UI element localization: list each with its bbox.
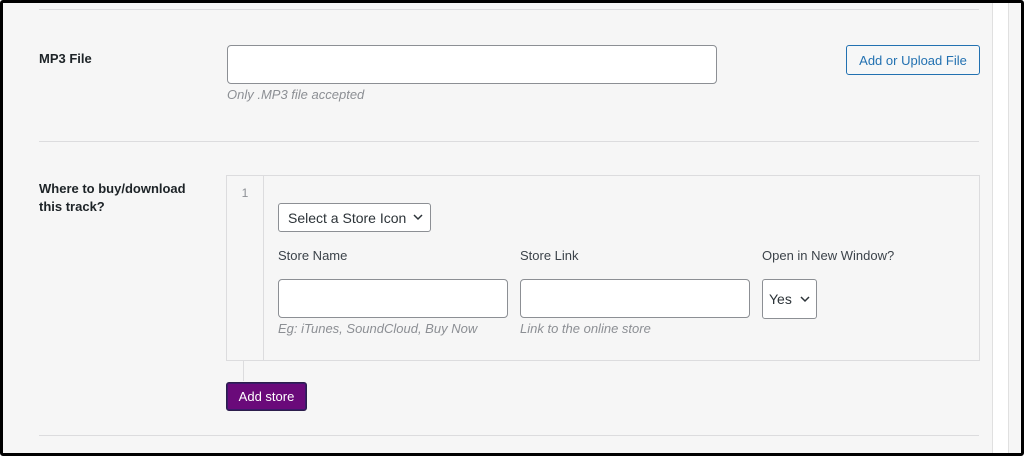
open-new-window-select[interactable]: Yes xyxy=(762,279,817,319)
mp3-file-hint: Only .MP3 file accepted xyxy=(227,87,365,102)
right-margin xyxy=(992,3,1009,453)
row-number: 1 xyxy=(241,186,249,200)
store-name-input[interactable] xyxy=(278,279,508,318)
store-link-input[interactable] xyxy=(520,279,750,318)
top-divider xyxy=(39,9,979,10)
form-panel: MP3 File Only .MP3 file accepted Add or … xyxy=(0,0,1024,456)
mp3-file-label: MP3 File xyxy=(39,51,92,66)
chevron-down-icon xyxy=(413,214,423,221)
open-new-window-label: Open in New Window? xyxy=(762,248,895,263)
store-icon-select[interactable]: Select a Store Icon xyxy=(278,203,431,232)
mp3-file-input[interactable] xyxy=(227,45,717,84)
section-divider xyxy=(39,435,979,436)
store-link-label: Store Link xyxy=(520,248,579,263)
row-handle[interactable]: 1 xyxy=(227,176,264,360)
chevron-down-icon xyxy=(800,296,810,303)
where-to-buy-label: Where to buy/download this track? xyxy=(39,181,186,214)
store-name-label: Store Name xyxy=(278,248,348,263)
store-icon-select-value: Select a Store Icon xyxy=(288,209,407,226)
add-or-upload-file-button[interactable]: Add or Upload File xyxy=(846,45,980,75)
store-link-hint: Link to the online store xyxy=(520,321,651,336)
section-divider xyxy=(39,141,979,142)
add-store-button[interactable]: Add store xyxy=(226,382,307,411)
store-name-hint: Eg: iTunes, SoundCloud, Buy Now xyxy=(278,321,478,336)
open-new-window-value: Yes xyxy=(769,291,792,307)
repeater-connector xyxy=(243,361,244,381)
